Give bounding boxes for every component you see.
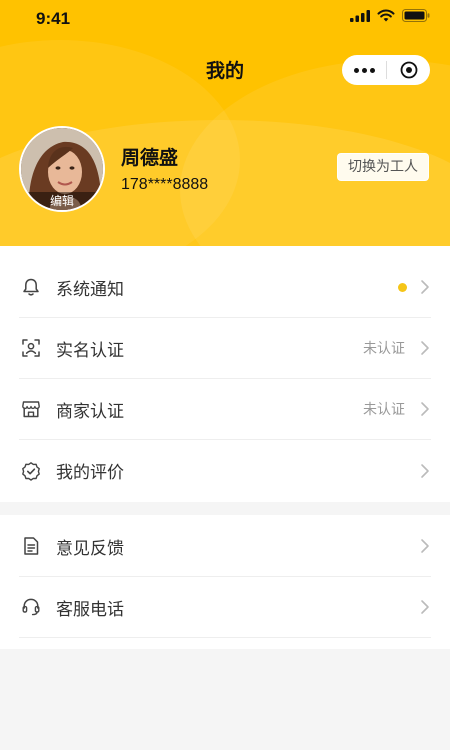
menu-item-label: 商家认证: [56, 401, 124, 422]
wifi-icon: [377, 9, 395, 22]
avatar[interactable]: 编辑: [19, 126, 105, 212]
menu-item-label: 意见反馈: [56, 538, 124, 559]
more-icon[interactable]: [342, 67, 386, 73]
menu-item-label: 系统通知: [56, 279, 124, 300]
avatar-edit-label[interactable]: 编辑: [21, 192, 103, 210]
document-icon: [19, 534, 43, 558]
battery-icon: [402, 9, 430, 22]
chevron-right-icon: [419, 278, 431, 296]
status-time: 9:41: [36, 9, 71, 28]
headset-icon: [19, 595, 43, 619]
chevron-right-icon: [419, 537, 431, 555]
menu-item-merchant-verification[interactable]: 商家认证 未认证: [19, 379, 431, 440]
chevron-right-icon: [419, 339, 431, 357]
chevron-right-icon: [419, 462, 431, 480]
menu-item-system-notifications[interactable]: 系统通知: [19, 257, 431, 318]
menu-item-my-reviews[interactable]: 我的评价: [19, 440, 431, 501]
user-name: 周德盛: [121, 147, 179, 169]
user-phone: 178****8888: [121, 176, 209, 193]
menu-item-label: 我的评价: [56, 463, 124, 483]
menu-item-customer-service[interactable]: 客服电话: [19, 577, 431, 638]
menu-item-label: 实名认证: [56, 340, 124, 361]
chevron-right-icon: [419, 598, 431, 616]
menu-card-primary: 系统通知 实名认证 未认证 商家认证 未认证 我的评价: [0, 246, 450, 502]
chevron-right-icon: [419, 400, 431, 418]
status-bar: 9:41: [0, 0, 450, 36]
signal-icon: [350, 9, 370, 22]
unread-dot: [398, 282, 407, 292]
id-scan-icon: [19, 336, 43, 360]
menu-item-label: 客服电话: [56, 599, 124, 620]
verification-status: 未认证: [363, 341, 405, 357]
bell-icon: [19, 275, 43, 299]
menu-card-secondary: 意见反馈 客服电话: [0, 515, 450, 649]
close-mini-program-icon[interactable]: [387, 61, 430, 79]
verification-status: 未认证: [363, 402, 405, 418]
menu-item-real-name-verification[interactable]: 实名认证 未认证: [19, 318, 431, 379]
badge-check-icon: [19, 459, 43, 483]
menu-item-feedback[interactable]: 意见反馈: [19, 516, 431, 577]
profile-header: 9:41 我的 编辑 周德盛 178****8888 切换为工人: [0, 0, 450, 246]
shop-icon: [19, 397, 43, 421]
status-icons: [350, 9, 430, 22]
switch-to-worker-button[interactable]: 切换为工人: [337, 153, 429, 181]
mini-program-capsule: [342, 55, 430, 85]
